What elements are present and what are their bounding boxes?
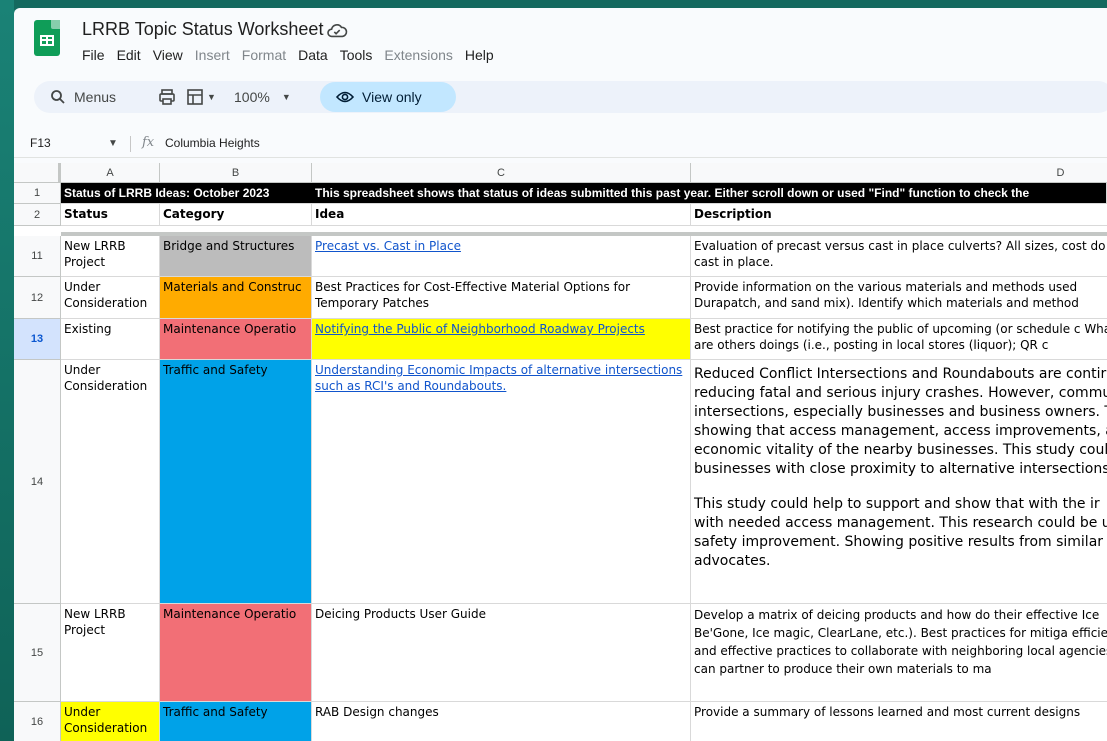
menu-bar: File Edit View Insert Format Data Tools … [82, 47, 506, 63]
cell-c1[interactable]: This spreadsheet shows that status of id… [312, 183, 1107, 204]
chevron-down-icon: ▼ [281, 92, 291, 102]
cell-b15[interactable]: Maintenance Operatio [160, 604, 312, 702]
menu-edit[interactable]: Edit [117, 47, 141, 63]
cell-a14[interactable]: Under Consideration [61, 360, 160, 604]
cell-d11[interactable]: Evaluation of precast versus cast in pla… [691, 236, 1107, 277]
view-only-label: View only [362, 89, 422, 105]
cell-d12[interactable]: Provide information on the various mater… [691, 277, 1107, 319]
cell-d15[interactable]: Develop a matrix of deicing products and… [691, 604, 1107, 702]
menu-tools[interactable]: Tools [340, 47, 373, 63]
menu-file[interactable]: File [82, 47, 105, 63]
column-header-d[interactable]: D [691, 163, 1107, 183]
column-header-c[interactable]: C [312, 163, 691, 183]
cell-b16[interactable]: Traffic and Safety [160, 702, 312, 741]
menu-help[interactable]: Help [465, 47, 494, 63]
cell-c12[interactable]: Best Practices for Cost-Effective Materi… [312, 277, 691, 319]
menu-data[interactable]: Data [298, 47, 328, 63]
cell-b2[interactable]: Category [160, 204, 312, 226]
print-icon [159, 89, 175, 105]
menus-label: Menus [74, 89, 117, 105]
chevron-down-icon[interactable]: ▼ [108, 138, 118, 149]
row-header-1[interactable]: 1 [14, 183, 61, 204]
cell-d14-gap [694, 479, 1107, 495]
print-button[interactable] [158, 81, 176, 113]
formula-bar: F13 ▼ fx Columbia Heights [14, 130, 1107, 158]
view-only-button[interactable]: View only [320, 82, 456, 112]
cell-b12[interactable]: Materials and Construc [160, 277, 312, 319]
menu-extensions[interactable]: Extensions [384, 47, 452, 63]
search-icon [51, 90, 65, 104]
cell-b13[interactable]: Maintenance Operatio [160, 319, 312, 360]
eye-icon [336, 91, 354, 103]
formula-bar-divider [130, 136, 131, 152]
cell-a11[interactable]: New LRRB Project [61, 236, 160, 277]
row-header-2[interactable]: 2 [14, 204, 61, 226]
cell-c16[interactable]: RAB Design changes [312, 702, 691, 741]
cell-d16[interactable]: Provide a summary of lessons learned and… [691, 702, 1107, 741]
chevron-down-icon: ▼ [207, 92, 216, 102]
row-header-15[interactable]: 15 [14, 604, 61, 702]
desktop-background-left [0, 0, 14, 741]
sheets-logo-icon[interactable] [34, 20, 60, 56]
cell-a2[interactable]: Status [61, 204, 160, 226]
cell-d13[interactable]: Best practice for notifying the public o… [691, 319, 1107, 360]
spreadsheet-grid[interactable]: A B C D 1 Status of LRRB Ideas: October … [14, 163, 1107, 741]
cell-b11[interactable]: Bridge and Structures [160, 236, 312, 277]
row-header-16[interactable]: 16 [14, 702, 61, 741]
sheets-window: LRRB Topic Status Worksheet File Edit Vi… [14, 8, 1107, 741]
column-header-a[interactable]: A [61, 163, 160, 183]
row-header-13[interactable]: 13 [14, 319, 61, 360]
cell-d14-paragraph-2: This study could help to support and sho… [694, 496, 1107, 569]
name-box[interactable]: F13 [30, 136, 51, 150]
cell-c13[interactable]: Notifying the Public of Neighborhood Roa… [312, 319, 691, 360]
cell-d14[interactable]: Reduced Conflict Intersections and Round… [691, 360, 1107, 604]
cell-a16[interactable]: Under Consideration [61, 702, 160, 741]
cell-c2[interactable]: Idea [312, 204, 691, 226]
cell-c15[interactable]: Deicing Products User Guide [312, 604, 691, 702]
cell-c14[interactable]: Understanding Economic Impacts of altern… [312, 360, 691, 604]
row-header-11[interactable]: 11 [14, 236, 61, 277]
cell-d2[interactable]: Description [691, 204, 1107, 226]
toolbar: Menus ▼ 100% ▼ View only [34, 81, 1107, 113]
menu-insert[interactable]: Insert [195, 47, 230, 63]
column-header-b[interactable]: B [160, 163, 312, 183]
cloud-saved-icon[interactable] [326, 22, 348, 40]
row-header-12[interactable]: 12 [14, 277, 61, 319]
zoom-value: 100% [234, 89, 270, 105]
cell-a13[interactable]: Existing [61, 319, 160, 360]
menu-view[interactable]: View [153, 47, 183, 63]
cell-c11[interactable]: Precast vs. Cast in Place [312, 236, 691, 277]
fx-icon: fx [142, 135, 155, 150]
cell-b14[interactable]: Traffic and Safety [160, 360, 312, 604]
document-title[interactable]: LRRB Topic Status Worksheet [82, 19, 323, 40]
row-header-14[interactable]: 14 [14, 360, 61, 604]
formula-input[interactable]: Columbia Heights [165, 136, 260, 150]
cell-a12[interactable]: Under Consideration [61, 277, 160, 319]
menu-format[interactable]: Format [242, 47, 286, 63]
cell-d14-paragraph-1: Reduced Conflict Intersections and Round… [694, 366, 1107, 477]
sheet-view-icon [187, 89, 203, 105]
sheet-view-button[interactable]: ▼ [186, 81, 216, 113]
cell-a15[interactable]: New LRRB Project [61, 604, 160, 702]
select-all-corner[interactable] [14, 163, 61, 183]
app-header: LRRB Topic Status Worksheet File Edit Vi… [14, 8, 1107, 74]
zoom-select[interactable]: 100% ▼ [234, 81, 291, 113]
cell-a1[interactable]: Status of LRRB Ideas: October 2023 [61, 183, 312, 204]
search-menus-button[interactable]: Menus [50, 81, 116, 113]
